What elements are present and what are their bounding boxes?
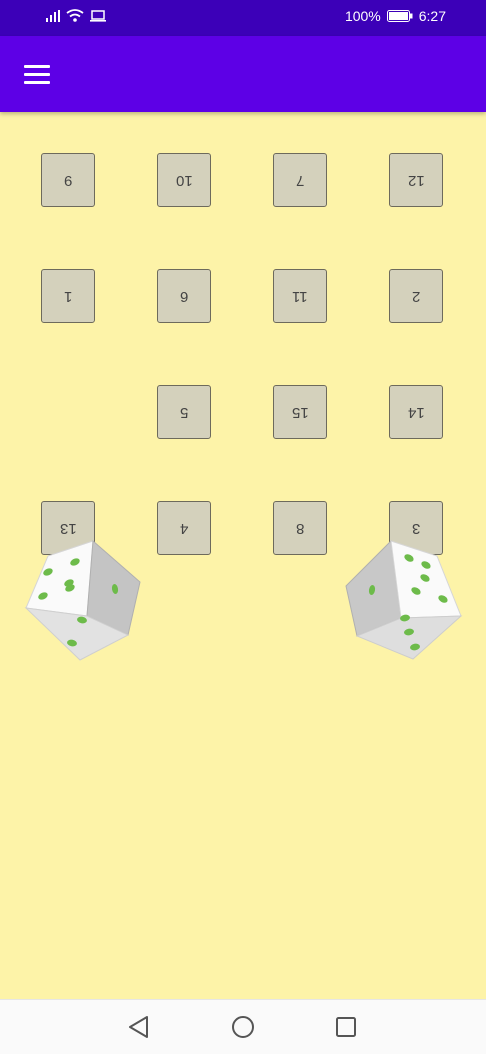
right-die[interactable]: [343, 538, 465, 664]
clock: 6:27: [418, 8, 446, 24]
tile-9[interactable]: 9: [41, 153, 95, 207]
tile-number: 2: [411, 287, 421, 305]
tile-number: 7: [295, 171, 305, 189]
battery-icon: [386, 10, 413, 22]
menu-button[interactable]: [22, 61, 54, 87]
system-navigation-bar: [0, 999, 486, 1054]
tile-number: 9: [63, 171, 73, 189]
tile-1[interactable]: 1: [41, 269, 95, 323]
signal-icon: [46, 10, 60, 22]
tile-2[interactable]: 2: [389, 269, 443, 323]
status-left-icons: [46, 9, 106, 23]
tile-11[interactable]: 11: [273, 269, 327, 323]
left-die[interactable]: [22, 536, 146, 664]
tile-4[interactable]: 4: [157, 501, 211, 555]
app-toolbar: [0, 36, 486, 112]
nav-home-button[interactable]: [229, 1013, 257, 1041]
status-right: 100% 6:27: [345, 8, 446, 24]
tile-7[interactable]: 7: [273, 153, 327, 207]
tile-number: 14: [407, 403, 425, 421]
tile-number: 8: [295, 519, 305, 537]
tile-number: 3: [411, 519, 421, 537]
tile-15[interactable]: 15: [273, 385, 327, 439]
battery-percentage: 100%: [344, 8, 381, 24]
tile-14[interactable]: 14: [389, 385, 443, 439]
tile-number: 1: [63, 287, 73, 305]
tile-12[interactable]: 12: [389, 153, 443, 207]
home-icon: [232, 1016, 254, 1038]
tile-number: 11: [292, 287, 308, 305]
tile-10[interactable]: 10: [157, 153, 211, 207]
tile-number: 10: [175, 171, 193, 189]
status-bar: 100% 6:27: [0, 0, 486, 36]
tile-number: 12: [407, 171, 425, 189]
laptop-icon: [90, 10, 106, 22]
tile-6[interactable]: 6: [157, 269, 211, 323]
tile-5[interactable]: 5: [157, 385, 211, 439]
nav-back-button[interactable]: [125, 1013, 153, 1041]
recents-icon: [336, 1017, 356, 1037]
tile-number: 5: [179, 403, 189, 421]
wifi-icon: [66, 9, 84, 22]
tile-number: 15: [291, 403, 309, 421]
nav-recents-button[interactable]: [332, 1013, 360, 1041]
tile-number: 4: [179, 519, 189, 537]
tile-number: 6: [179, 287, 189, 305]
tile-8[interactable]: 8: [273, 501, 327, 555]
tile-number: 13: [59, 519, 77, 537]
back-icon: [129, 1016, 148, 1038]
